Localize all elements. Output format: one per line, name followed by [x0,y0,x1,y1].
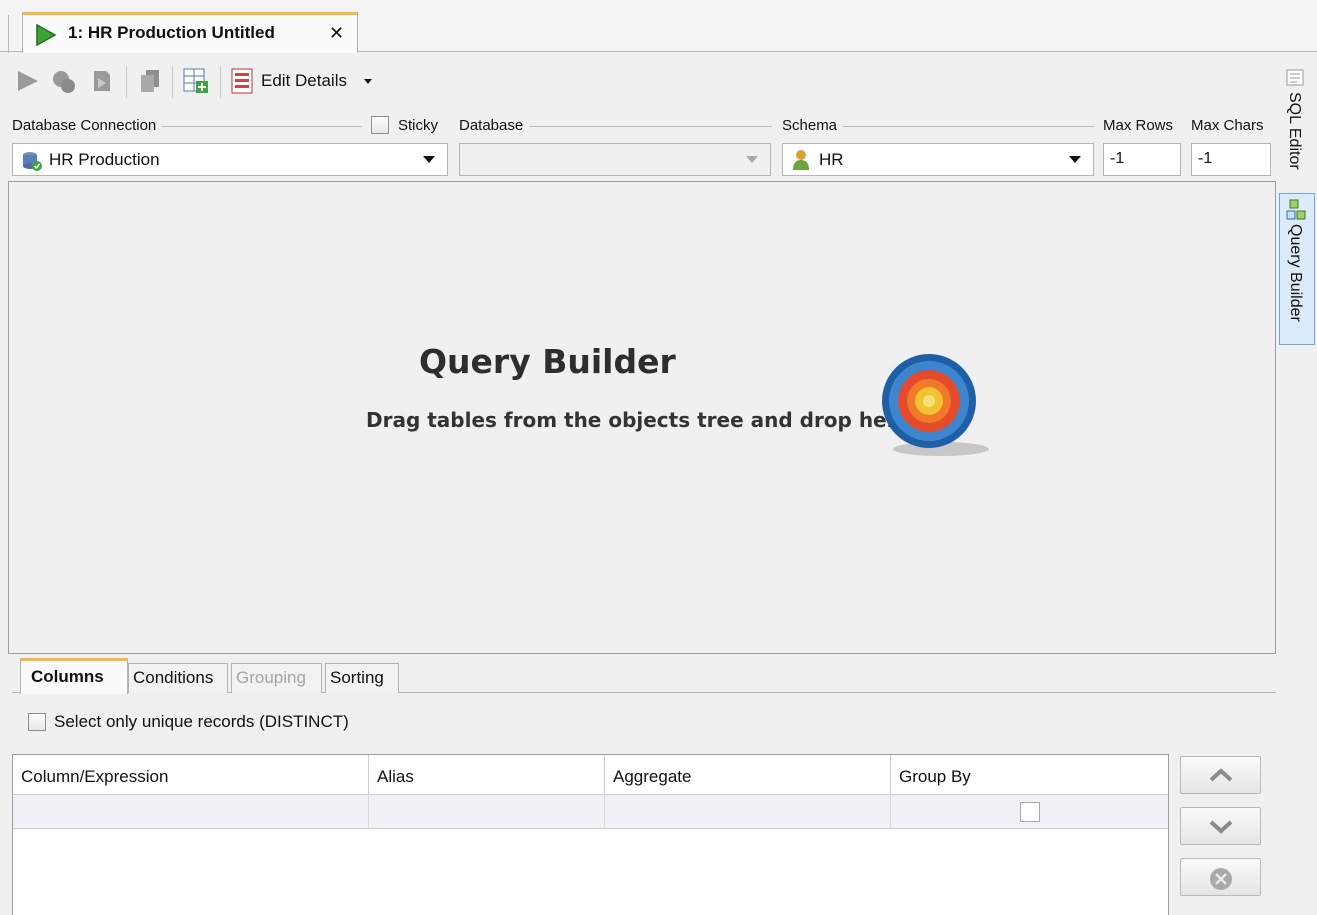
move-up-button[interactable] [1180,756,1261,794]
toolbar-separator [126,66,127,98]
document-tab-title: 1: HR Production Untitled [68,23,275,42]
distinct-checkbox[interactable] [28,713,46,731]
add-table-icon[interactable] [182,66,210,96]
canvas-title: Query Builder [419,342,676,381]
chevron-up-icon [1209,768,1233,782]
chevron-down-icon [746,156,758,163]
tab-grouping: Grouping [231,663,322,693]
copy-icon[interactable] [136,66,164,96]
cell-aggregate[interactable] [605,795,891,829]
side-tab-sql-editor-label: SQL Editor [1286,92,1303,170]
header-aggregate[interactable]: Aggregate [605,755,891,795]
side-panel: SQL Editor Query Builder [1278,60,1317,915]
target-icon [882,354,989,456]
max-rows-input[interactable]: -1 [1103,143,1181,176]
database-connection-select[interactable]: HR Production [12,143,448,176]
document-tab-strip: 1: HR Production Untitled ✕ [0,0,1317,53]
cell-column-expression[interactable] [13,795,369,829]
chevron-down-icon [1209,820,1233,834]
schema-select[interactable]: HR [782,143,1094,176]
database-connection-value: HR Production [49,150,160,169]
sticky-label: Sticky [398,117,445,134]
schema-value: HR [819,150,844,169]
edit-details-label: Edit Details [261,71,347,90]
left-edge-line [8,15,9,53]
max-chars-input[interactable]: -1 [1191,143,1271,176]
close-icon[interactable]: ✕ [329,23,344,44]
query-builder-canvas[interactable]: Query Builder Drag tables from the objec… [8,181,1276,654]
chevron-down-icon [423,156,435,163]
header-column-expression[interactable]: Column/Expression [13,755,369,795]
explain-plan-icon[interactable] [88,66,116,96]
user-schema-icon [793,150,809,170]
database-connection-icon [23,152,42,171]
run-icon[interactable] [14,66,42,96]
move-down-button[interactable] [1180,807,1261,845]
distinct-label: Select only unique records (DISTINCT) [54,712,349,731]
play-icon [36,23,57,47]
toolbar-separator [220,66,221,98]
cell-alias[interactable] [369,795,605,829]
document-tab[interactable]: 1: HR Production Untitled ✕ [22,12,358,53]
edit-details-button[interactable]: Edit Details [230,66,372,96]
sql-editor-icon [1286,69,1304,86]
header-group-by[interactable]: Group By [891,755,1168,795]
toolbar-separator [172,66,173,98]
tab-sorting[interactable]: Sorting [325,663,399,693]
columns-grid: Column/Expression Alias Aggregate Group … [12,754,1169,915]
database-connection-label: Database Connection [12,117,163,134]
tab-conditions[interactable]: Conditions [128,663,228,693]
chevron-down-icon[interactable] [363,78,372,84]
distinct-option[interactable]: Select only unique records (DISTINCT) [28,712,349,732]
tab-columns[interactable]: Columns [20,658,128,694]
max-chars-label: Max Chars [1191,117,1270,134]
remove-icon [1210,868,1232,890]
canvas-hint: Drag tables from the objects tree and dr… [366,408,911,432]
remove-button[interactable] [1180,858,1261,896]
max-rows-label: Max Rows [1103,117,1180,134]
schema-label: Schema [782,117,844,134]
side-tab-query-builder[interactable]: Query Builder [1279,193,1315,345]
sticky-checkbox[interactable] [371,116,389,138]
chevron-down-icon [1069,156,1081,163]
database-select [459,143,771,176]
debug-icon[interactable] [50,66,78,96]
side-tab-sql-editor[interactable]: SQL Editor [1279,62,1315,182]
header-alias[interactable]: Alias [369,755,605,795]
side-tab-query-builder-label: Query Builder [1287,224,1304,322]
cell-group-by [891,795,1168,829]
database-label: Database [459,117,530,134]
group-by-checkbox[interactable] [1020,802,1040,822]
query-builder-icon [1286,199,1306,220]
edit-details-icon [231,68,253,94]
